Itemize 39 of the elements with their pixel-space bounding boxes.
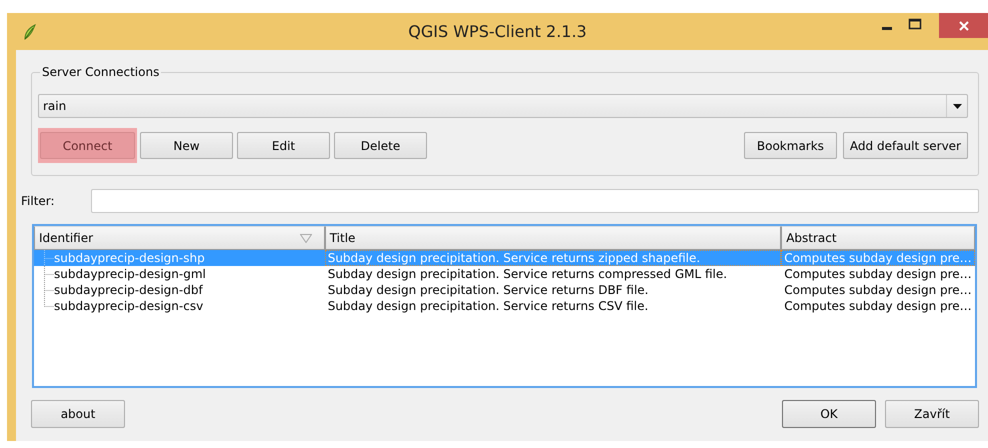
button[interactable]: Delete: [334, 132, 427, 159]
tree-branch-line: [44, 250, 54, 266]
table-cell: subdayprecip-design-shp: [54, 250, 205, 266]
dropdown-arrow-icon: [952, 104, 962, 108]
table-row[interactable]: subdayprecip-design-dbf Subday design precipitation. Service returns DBF file. Computes subday design pre…: [34, 282, 975, 298]
table-row[interactable]: subdayprecip-design-gml Subday design precipitation. Service returns compressed GML file. Computes subday design pre…: [34, 266, 975, 282]
window-title: QGIS WPS-Client 2.1.3: [407, 22, 588, 41]
column-header[interactable]: Abstract: [781, 226, 975, 250]
close-button[interactable]: [939, 13, 988, 38]
table-cell: subdayprecip-design-gml: [54, 266, 206, 282]
table-cell: Computes subday design pre…: [784, 250, 972, 266]
table-cell: Computes subday design pre…: [784, 298, 972, 314]
filter-field[interactable]: [91, 189, 979, 213]
button[interactable]: New: [140, 132, 233, 159]
table-cell: subdayprecip-design-dbf: [54, 282, 203, 298]
button[interactable]: Bookmarks: [744, 132, 837, 159]
table-cell: Subday design precipitation. Service returns CSV file.: [328, 298, 648, 314]
button[interactable]: Zavřít: [885, 400, 979, 428]
tree-branch-line: [44, 266, 54, 282]
button[interactable]: Edit: [237, 132, 330, 159]
table-cell: Subday design precipitation. Service returns DBF file.: [328, 282, 648, 298]
about-button[interactable]: about: [31, 400, 125, 428]
close-icon: [958, 20, 970, 32]
highlighted-button[interactable]: Connect: [40, 132, 135, 159]
leaf-icon: [22, 22, 38, 40]
table-cell: subdayprecip-design-csv: [54, 298, 204, 314]
table-cell: Computes subday design pre…: [784, 266, 972, 282]
group-title: Server Connections: [40, 65, 162, 79]
table-cell: Subday design precipitation. Service returns zipped shapefile.: [328, 250, 700, 266]
table-row[interactable]: subdayprecip-design-csv Subday design precipitation. Service returns CSV file. Computes subday design pre…: [34, 298, 975, 314]
table-cell: Computes subday design pre…: [784, 282, 972, 298]
button[interactable]: Add default server: [842, 132, 968, 159]
filter-label: Filter:: [21, 194, 56, 208]
column-header[interactable]: Title: [324, 226, 782, 250]
column-header[interactable]: Identifier: [34, 226, 325, 250]
server-dropdown[interactable]: rain: [38, 94, 968, 118]
button[interactable]: OK: [782, 400, 876, 428]
sort-indicator-icon: [300, 234, 312, 242]
table-cell: Subday design precipitation. Service returns compressed GML file.: [328, 266, 728, 282]
